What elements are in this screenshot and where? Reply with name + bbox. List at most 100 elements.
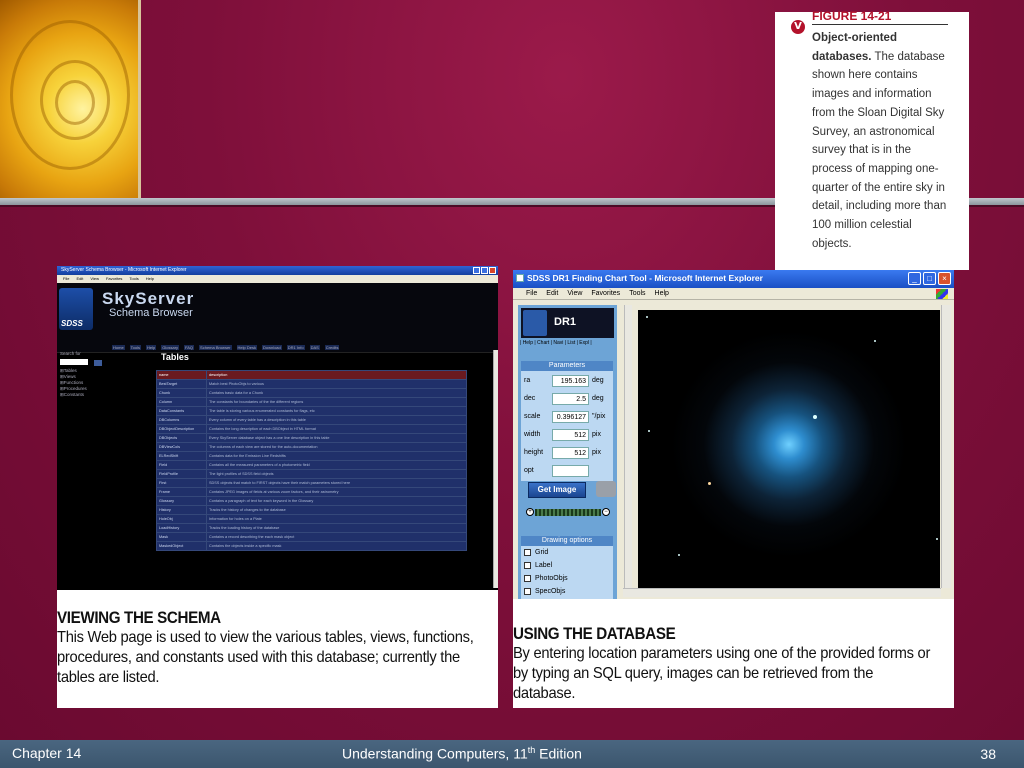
table-row[interactable]: Glossary Contains a paragraph of text for… bbox=[156, 496, 467, 506]
dec-field[interactable]: 2.5 bbox=[552, 393, 589, 405]
table-row[interactable]: Chunk Contains basic data for a Chunk bbox=[156, 388, 467, 398]
menu-tools[interactable]: Tools bbox=[629, 290, 645, 297]
checkbox[interactable] bbox=[524, 575, 531, 582]
table-row[interactable]: HoleObj Information for holes on a Plate bbox=[156, 514, 467, 524]
table-name-link[interactable]: DBColumns bbox=[156, 415, 207, 425]
table-row[interactable]: BestTarget Match best PhotoObjs to variou… bbox=[156, 379, 467, 389]
menu-edit[interactable]: Edit bbox=[546, 290, 558, 297]
zoom-in-icon[interactable]: + bbox=[526, 508, 534, 516]
table-row[interactable]: LoadHistory Tracks the loading history of… bbox=[156, 523, 467, 533]
opt-field[interactable] bbox=[552, 465, 589, 477]
table-row[interactable]: MaskedObject Contains the objects inside … bbox=[156, 541, 467, 551]
table-name-link[interactable]: DataConstants bbox=[156, 406, 207, 416]
table-row[interactable]: DBObjects Every SkyServer database object… bbox=[156, 433, 467, 443]
search-button[interactable] bbox=[94, 360, 102, 366]
table-row[interactable]: Field Contains all the measured parameter… bbox=[156, 460, 467, 470]
nav-schema-browser[interactable]: Schema Browser bbox=[199, 345, 232, 350]
nav-faq[interactable]: FAQ bbox=[184, 345, 195, 350]
table-name-link[interactable]: History bbox=[156, 505, 207, 515]
menu-edit[interactable]: Edit bbox=[76, 276, 83, 281]
menu-favorites[interactable]: Favorites bbox=[591, 290, 620, 297]
table-name-link[interactable]: Column bbox=[156, 397, 207, 407]
table-name-link[interactable]: DBObjectDescription bbox=[156, 424, 207, 434]
nav-home[interactable]: Home bbox=[112, 345, 125, 350]
table-row[interactable]: Column The constants for boundaries of th… bbox=[156, 397, 467, 407]
menu-view[interactable]: View bbox=[90, 276, 99, 281]
table-name-link[interactable]: First bbox=[156, 478, 207, 488]
table-name-link[interactable]: Frame bbox=[156, 487, 207, 497]
table-name-link[interactable]: Mask bbox=[156, 532, 207, 542]
table-row[interactable]: History Tracks the history of changes to … bbox=[156, 505, 467, 515]
table-row[interactable]: First SDSS objects that match to FIRST ob… bbox=[156, 478, 467, 488]
menu-view[interactable]: View bbox=[567, 290, 582, 297]
height-field[interactable]: 512 bbox=[552, 447, 589, 459]
width-field[interactable]: 512 bbox=[552, 429, 589, 441]
option-label[interactable]: Label bbox=[521, 559, 613, 572]
rose-image bbox=[0, 0, 138, 198]
checkbox[interactable] bbox=[524, 549, 531, 556]
vertical-scrollbar[interactable] bbox=[493, 350, 498, 588]
zoom-out-icon[interactable]: − bbox=[602, 508, 610, 516]
zoom-slider[interactable] bbox=[535, 508, 601, 516]
panel-scrollbar[interactable] bbox=[624, 305, 632, 588]
table-name-link[interactable]: MaskedObject bbox=[156, 541, 207, 551]
table-name-link[interactable]: Glossary bbox=[156, 496, 207, 506]
option-photoobjs[interactable]: PhotoObjs bbox=[521, 572, 613, 585]
maximize-button[interactable]: □ bbox=[923, 272, 936, 285]
minimize-button[interactable] bbox=[473, 267, 480, 274]
nav-tools[interactable]: Tools bbox=[129, 345, 142, 350]
site-title: SkyServer bbox=[102, 289, 195, 308]
nav-das[interactable]: DAS bbox=[309, 345, 320, 350]
table-row[interactable]: Mask Contains a record describing the eac… bbox=[156, 532, 467, 542]
table-row[interactable]: Frame Contains JPEG images of fields at v… bbox=[156, 487, 467, 497]
table-row[interactable]: ELRedShift Contains data for the Emission… bbox=[156, 451, 467, 461]
table-name-link[interactable]: Chunk bbox=[156, 388, 207, 398]
param-opt: opt bbox=[521, 463, 613, 479]
menu-help[interactable]: Help bbox=[655, 290, 669, 297]
table-name-link[interactable]: ELRedShift bbox=[156, 451, 207, 461]
dr1-title: DR1 bbox=[554, 316, 577, 328]
nav-credits[interactable]: Credits bbox=[324, 345, 340, 350]
table-name-link[interactable]: DBViewCols bbox=[156, 442, 207, 452]
table-row[interactable]: DBObjectDescription Contains the long des… bbox=[156, 424, 467, 434]
table-row[interactable]: DBViewCols The columns of each view are s… bbox=[156, 442, 467, 452]
menu-help[interactable]: Help bbox=[146, 276, 154, 281]
sidebar-item-constants[interactable]: ⊞Constants bbox=[60, 392, 110, 398]
nav-glossary[interactable]: Glossary bbox=[161, 345, 180, 350]
horizontal-scrollbar[interactable] bbox=[623, 588, 941, 597]
site-nav: Home Tools Help Glossary FAQ Schema Browser He… bbox=[112, 345, 344, 350]
table-name-link[interactable]: DBObjects bbox=[156, 433, 207, 443]
table-row[interactable]: DataConstants The table is storing variou… bbox=[156, 406, 467, 416]
option-specobjs[interactable]: SpecObjs bbox=[521, 585, 613, 598]
close-button[interactable]: × bbox=[938, 272, 951, 285]
close-button[interactable] bbox=[489, 267, 496, 274]
checkbox[interactable] bbox=[524, 562, 531, 569]
option-grid[interactable]: Grid bbox=[521, 546, 613, 559]
ra-field[interactable]: 195.163 bbox=[552, 375, 589, 387]
menu-tools[interactable]: Tools bbox=[129, 276, 138, 281]
get-image-button[interactable]: Get Image bbox=[528, 482, 586, 498]
nav-help[interactable]: Help bbox=[146, 345, 157, 350]
nav-dr1-info[interactable]: DR1 Info bbox=[286, 345, 305, 350]
nav-download[interactable]: Download bbox=[261, 345, 282, 350]
table-name-link[interactable]: LoadHistory bbox=[156, 523, 207, 533]
search-input[interactable] bbox=[60, 359, 88, 365]
zoom-control[interactable]: + − bbox=[526, 508, 610, 516]
panel-links[interactable]: | Help | Chart | Navi | List | Expl | bbox=[520, 340, 592, 346]
table-row[interactable]: FieldProfile The light profiles of SDSS f… bbox=[156, 469, 467, 479]
scale-field[interactable]: 0.396127 bbox=[552, 411, 589, 423]
table-name-link[interactable]: HoleObj bbox=[156, 514, 207, 524]
image-scrollbar[interactable] bbox=[941, 305, 951, 588]
menu-favorites[interactable]: Favorites bbox=[106, 276, 122, 281]
maximize-button[interactable] bbox=[481, 267, 488, 274]
table-row[interactable]: DBColumns Every column of every table has… bbox=[156, 415, 467, 425]
minimize-button[interactable]: _ bbox=[908, 272, 921, 285]
nav-help-desk[interactable]: Help Desk bbox=[236, 345, 257, 350]
menu-file[interactable]: File bbox=[526, 290, 537, 297]
menu-file[interactable]: File bbox=[63, 276, 69, 281]
camera-icon[interactable] bbox=[596, 481, 616, 497]
table-name-link[interactable]: Field bbox=[156, 460, 207, 470]
table-name-link[interactable]: BestTarget bbox=[156, 379, 207, 389]
table-name-link[interactable]: FieldProfile bbox=[156, 469, 207, 479]
checkbox[interactable] bbox=[524, 588, 531, 595]
